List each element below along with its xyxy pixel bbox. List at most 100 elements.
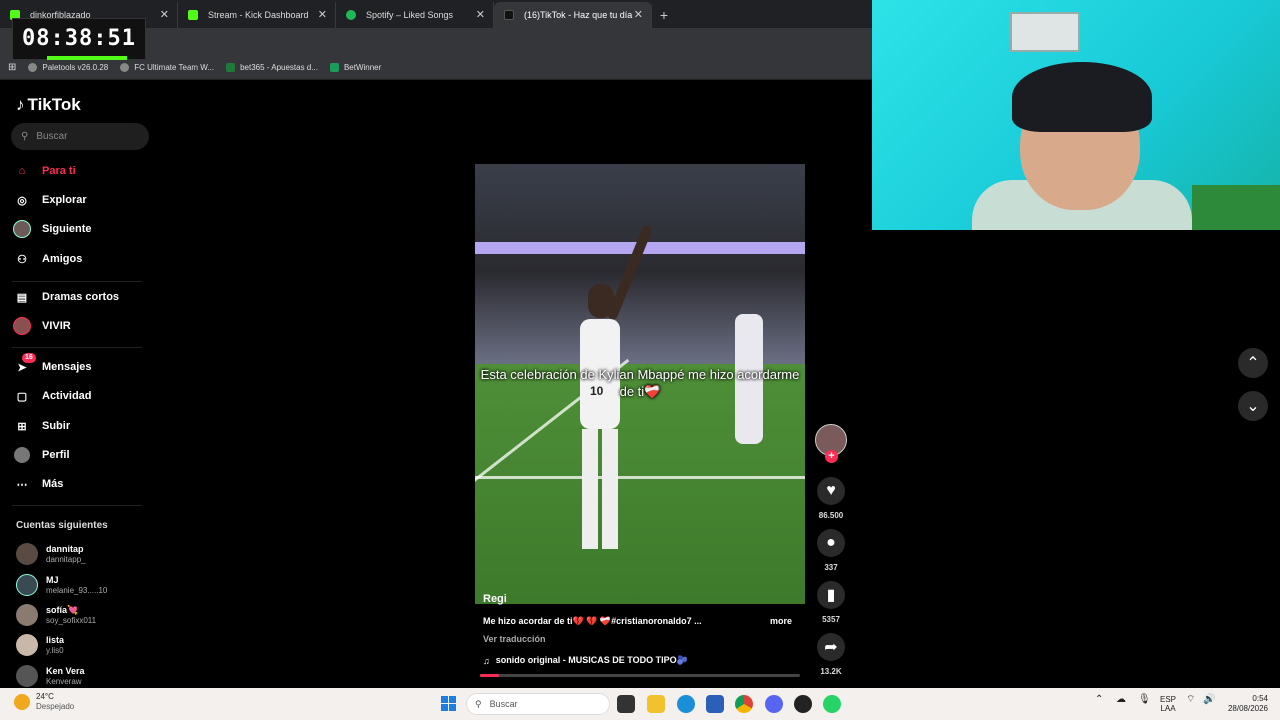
more-link[interactable]: more [770, 616, 792, 626]
apps-grid-icon[interactable]: ⊞ [8, 62, 16, 73]
tab-label: (16)TikTok - Haz que tu día [524, 10, 633, 20]
language-indicator[interactable]: ESP LAA [1160, 695, 1176, 713]
screen: dinkorfiblazado ✕ Stream - Kick Dashboar… [0, 0, 1280, 720]
clock-date: 28/08/2026 [1227, 704, 1268, 713]
microphone-icon[interactable]: 🎙 [1138, 695, 1151, 705]
upload-icon: ⊞ [17, 420, 27, 433]
bookmark-icon: ▮ [826, 587, 836, 604]
tab-label: Stream - Kick Dashboard [208, 10, 309, 20]
close-icon[interactable]: ✕ [160, 2, 169, 28]
weather-temp: 24°C [36, 692, 54, 701]
avatar-icon [12, 219, 32, 239]
new-tab-button[interactable]: + [652, 2, 676, 28]
video-player-figure: 10 [570, 224, 654, 554]
account-handle: soy_sofixx011 [46, 615, 97, 625]
following-account[interactable]: Ken Vera Kenveraw [16, 661, 156, 691]
nav-perfil[interactable]: Perfil [12, 442, 152, 468]
account-name: MJ [46, 574, 59, 585]
bookmark-icon [329, 62, 339, 72]
webcam-air-conditioner [1010, 12, 1080, 52]
tab-kick-dashboard[interactable]: Stream - Kick Dashboard ✕ [178, 2, 336, 28]
comment-icon: ● [826, 534, 836, 551]
nav-para-ti[interactable]: ⌂ Para ti [12, 158, 152, 184]
video-progress[interactable] [480, 674, 800, 677]
share-count: 13.2K [820, 667, 842, 676]
video-sound[interactable]: ♫ sonido original - MUSICAS DE TODO TIPO… [483, 655, 688, 666]
nav-mas[interactable]: ⋯ Más [12, 471, 152, 497]
video-pitch-line [475, 476, 805, 479]
tiktok-logo[interactable]: ♪ TikTok [16, 95, 81, 115]
system-clock[interactable]: 0:54 28/08/2026 [1222, 694, 1268, 714]
comment-button[interactable]: ● [817, 529, 845, 557]
tab-spotify[interactable]: Spotify – Liked Songs ✕ [336, 2, 494, 28]
music-note-icon: ♫ [483, 655, 490, 666]
account-name: dannitap [46, 543, 84, 554]
activity-icon: ▢ [16, 390, 28, 403]
video-username[interactable]: Regi [483, 593, 507, 605]
friends-icon: ⚇ [17, 253, 27, 266]
messages-badge: 16 [22, 353, 36, 363]
search-icon: ⚲ [21, 131, 29, 142]
nav-vivir[interactable]: VIVIR [12, 313, 152, 339]
task-view-icon[interactable] [617, 695, 635, 713]
close-icon[interactable]: ✕ [634, 2, 643, 28]
account-name: lista [46, 634, 65, 645]
whatsapp-icon[interactable] [823, 695, 841, 713]
save-button[interactable]: ▮ [817, 581, 845, 609]
spotify-icon [346, 10, 356, 20]
network-icon[interactable]: ☁ [1116, 695, 1126, 705]
bookmark-bet365[interactable]: bet365 - Apuestas d... [226, 62, 318, 72]
nav-amigos[interactable]: ⚇ Amigos [12, 246, 152, 272]
like-button[interactable]: ♥ [817, 477, 845, 505]
store-icon[interactable] [706, 695, 724, 713]
obs-icon[interactable] [794, 695, 812, 713]
bookmark-icon [28, 62, 38, 72]
edge-icon[interactable] [677, 695, 695, 713]
bookmark-fc-ultimate[interactable]: FC Ultimate Team W... [120, 62, 214, 72]
following-title: Cuentas siguientes [16, 520, 108, 531]
close-icon[interactable]: ✕ [476, 2, 485, 28]
clock-time: 0:54 [1252, 694, 1268, 703]
volume-icon[interactable]: 🔊 [1203, 695, 1215, 705]
bookmark-betwinner[interactable]: BetWinner [329, 62, 381, 72]
following-account[interactable]: dannitap dannitapp_ [16, 539, 156, 569]
webcam-background-shelf [1192, 185, 1280, 230]
account-handle: Kenveraw [46, 676, 82, 686]
avatar [16, 543, 38, 565]
bookmark-paletools[interactable]: Paletools v26.0.28 [28, 62, 108, 72]
nav-mensajes[interactable]: ➤ 16 Mensajes [12, 353, 152, 380]
file-explorer-icon[interactable] [647, 695, 665, 713]
share-button[interactable]: ➦ [817, 633, 845, 661]
previous-video-button[interactable]: ⌃ [1238, 348, 1268, 378]
translate-link[interactable]: Ver traducción [483, 634, 546, 644]
following-account[interactable]: MJ melanie_93.....10 [16, 570, 156, 600]
heart-icon: ♥ [826, 482, 836, 499]
kick-icon [188, 10, 198, 20]
divider [12, 505, 142, 506]
nav-siguiente[interactable]: Siguiente [12, 216, 152, 242]
following-account[interactable]: lista y.lis0 [16, 630, 156, 660]
tab-tiktok[interactable]: (16)TikTok - Haz que tu día ✕ [494, 2, 652, 28]
tiktok-note-icon: ♪ [16, 95, 25, 114]
following-account[interactable]: sofía💘 soy_sofixx011 [16, 600, 156, 630]
chrome-icon[interactable] [735, 695, 753, 713]
weather-widget[interactable]: 24°C Despejado [14, 692, 74, 712]
nav-explorar[interactable]: ◎ Explorar [12, 187, 152, 213]
chevron-down-icon: ⌄ [1246, 398, 1260, 415]
search-input[interactable]: ⚲ Buscar [11, 123, 149, 150]
discord-icon[interactable] [765, 695, 783, 713]
wifi-icon[interactable]: ⌔ [1186, 695, 1195, 705]
nav-subir[interactable]: ⊞ Subir [12, 413, 152, 439]
nav-actividad[interactable]: ▢ Actividad [12, 383, 152, 409]
close-icon[interactable]: ✕ [318, 2, 327, 28]
next-video-button[interactable]: ⌄ [1238, 391, 1268, 421]
nav-dramas-cortos[interactable]: ▤ Dramas cortos [12, 284, 152, 310]
follow-plus-icon[interactable]: + [825, 450, 838, 463]
taskbar-search[interactable]: ⚲ Buscar [466, 693, 610, 715]
chevron-up-icon[interactable]: ⌃ [1095, 695, 1103, 705]
windows-start-icon[interactable] [441, 696, 456, 711]
video-caption: Esta celebración de Kylian Mbappé me hiz… [480, 367, 800, 399]
account-handle: dannitapp_ [46, 554, 86, 564]
comment-count: 337 [824, 563, 838, 572]
video-player[interactable]: 10 Esta celebración de Kylian Mbappé me … [475, 164, 805, 604]
